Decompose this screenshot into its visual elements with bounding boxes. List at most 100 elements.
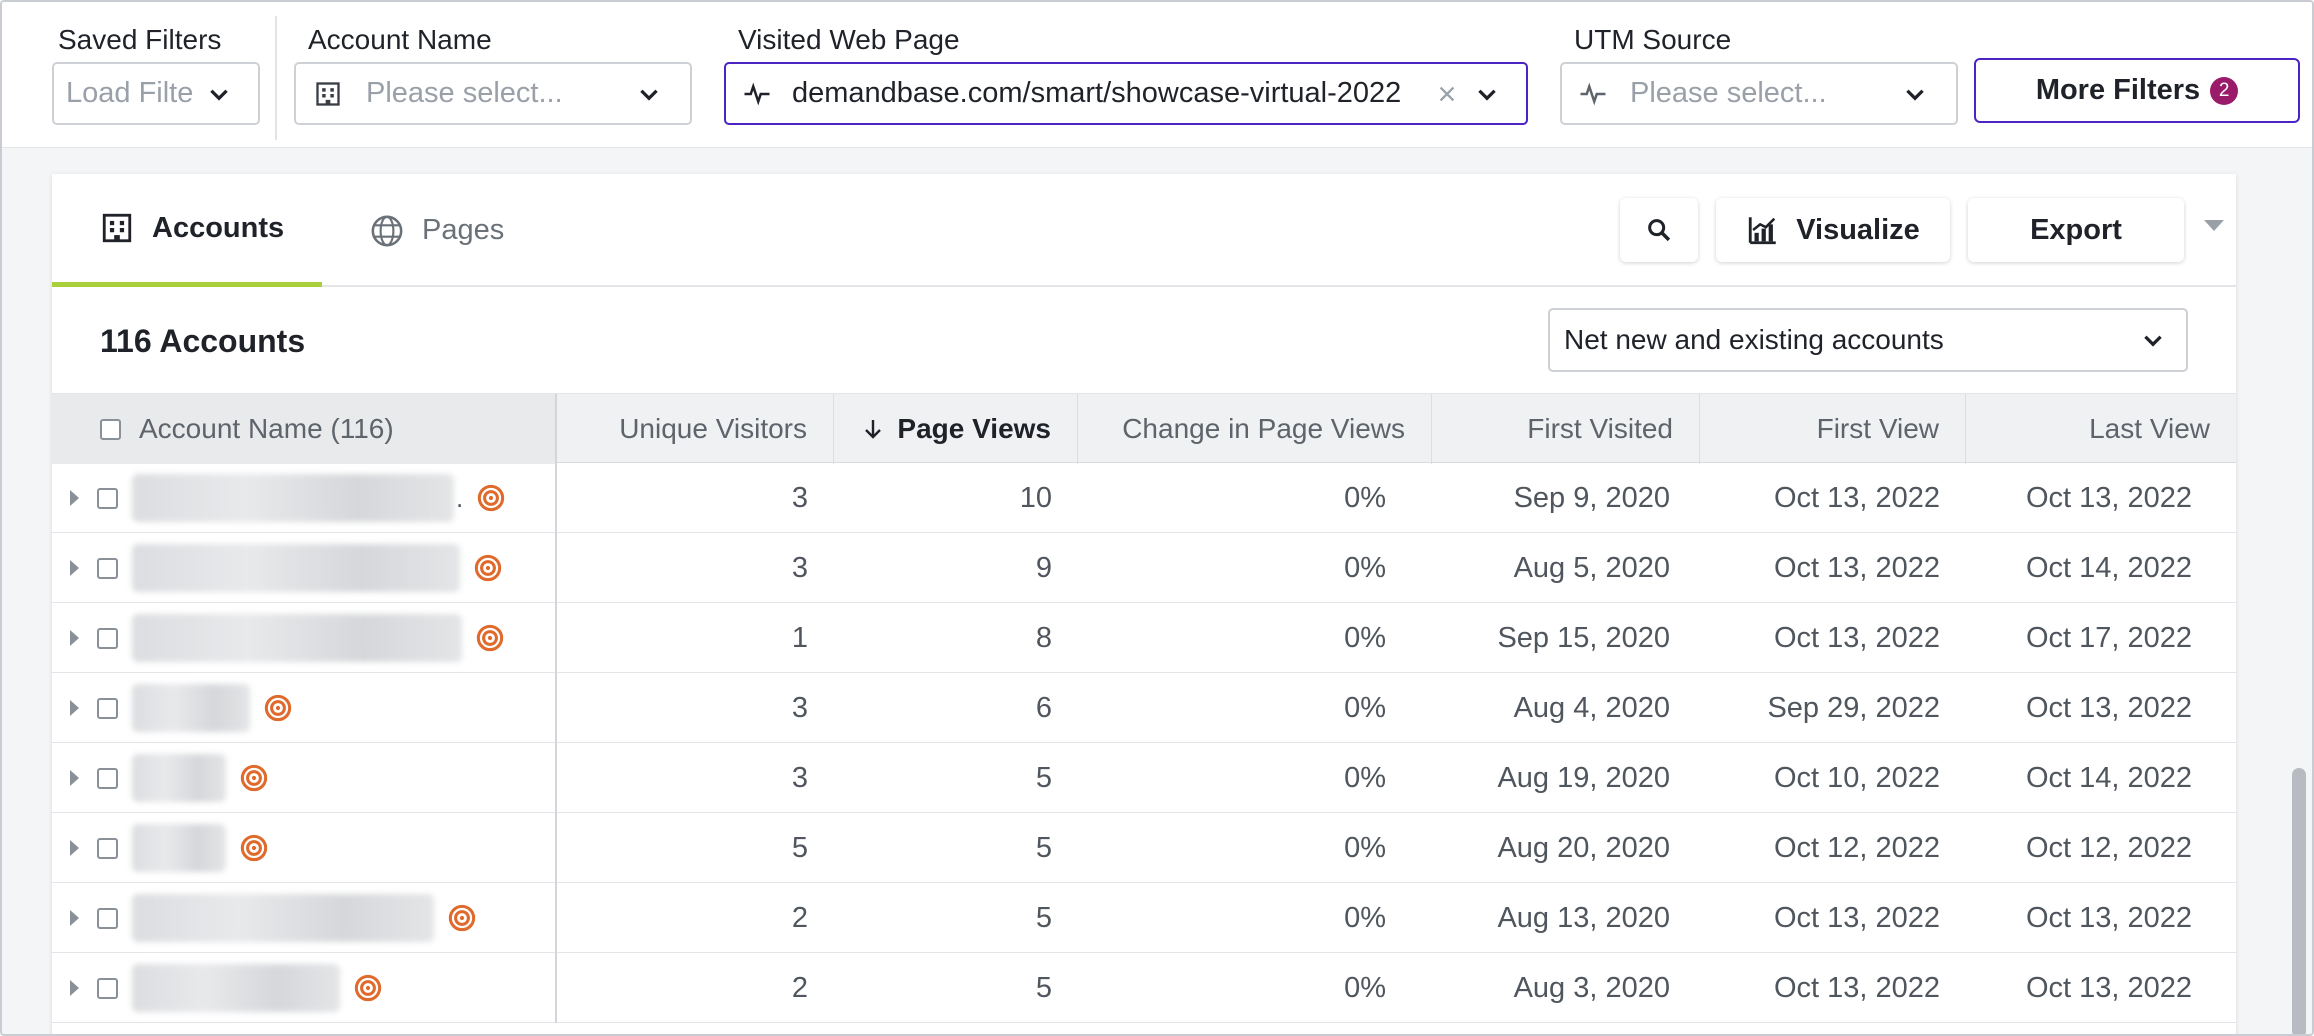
header-first-view[interactable]: First View [1700,394,1966,464]
first-visited-cell: Aug 19, 2020 [1497,761,1670,794]
activity-icon [744,82,770,105]
table-row[interactable]: . 3 10 0% Sep 9, 2020 Oct 13, 2022 Oct 13, 202… [52,463,2236,533]
expand-row-icon[interactable] [70,910,79,926]
header-unique-visitors[interactable]: Unique Visitors [557,394,834,464]
utm-source-label: UTM Source [1574,24,1732,55]
change-cell: 0% [1344,901,1386,934]
header-first-visited[interactable]: First Visited [1432,394,1700,464]
saved-filters-placeholder: Load Filte [66,77,194,109]
table-row[interactable]: 2 5 0% Aug 3, 2020 Oct 13, 2022 Oct 13, 2022 [52,953,2236,1023]
account-name-cell[interactable] [52,533,557,603]
target-icon [478,484,505,512]
last-view-cell: Oct 17, 2022 [2025,621,2192,654]
account-name-label: Account Name [308,24,492,55]
account-name-cell[interactable] [52,673,557,743]
globe-www-icon [371,215,403,246]
expand-row-icon[interactable] [70,490,79,506]
header-change-page-views[interactable]: Change in Page Views [1078,394,1432,464]
search-icon [1648,219,1671,242]
row-checkbox[interactable] [97,557,118,579]
segment-select[interactable]: Net new and existing accounts [1548,308,2188,372]
visited-web-page-dropdown[interactable]: demandbase.com/smart/showcase-virtual-20… [724,62,1528,125]
scrollbar-thumb[interactable] [2292,768,2306,1034]
change-cell: 0% [1344,691,1386,724]
account-name-cell[interactable]: . [52,463,557,533]
row-checkbox[interactable] [97,977,118,999]
tab-accounts[interactable]: Accounts [52,174,322,287]
export-options-caret-icon[interactable] [2204,220,2224,231]
table-row[interactable]: 1 8 0% Sep 15, 2020 Oct 13, 2022 Oct 17, 2022 [52,603,2236,673]
row-checkbox[interactable] [97,487,118,509]
expand-row-icon[interactable] [70,980,79,996]
redacted-account-name [132,964,340,1012]
account-name-cell[interactable] [52,813,557,883]
account-name-cell[interactable] [52,743,557,813]
last-view-cell: Oct 13, 2022 [2025,481,2192,514]
row-checkbox[interactable] [97,767,118,789]
page-views-cell: 8 [1035,621,1052,654]
account-name-cell[interactable] [52,603,557,673]
accounts-card: Accounts Pages Visualize Export 116 Acco… [52,174,2236,1034]
sort-down-icon [865,420,882,439]
search-button[interactable] [1620,198,1698,262]
header-page-views[interactable]: Page Views [834,394,1078,464]
page-views-cell: 5 [1035,971,1052,1004]
account-name-placeholder: Please select... [366,77,563,109]
page-views-cell: 5 [1035,901,1052,934]
utm-source-dropdown[interactable]: Please select... [1560,62,1958,125]
row-checkbox[interactable] [97,627,118,649]
table-row[interactable]: 3 6 0% Aug 4, 2020 Sep 29, 2022 Oct 13, 2022 [52,673,2236,743]
header-last-view[interactable]: Last View [1966,394,2236,464]
saved-filters-label: Saved Filters [58,24,222,55]
table-row[interactable]: 3 9 0% Aug 5, 2020 Oct 13, 2022 Oct 14, 2022 [52,533,2236,603]
unique-visitors-cell: 5 [791,831,808,864]
table-row[interactable]: 3 5 0% Aug 19, 2020 Oct 10, 2022 Oct 14, 2022 [52,743,2236,813]
chevron-down-icon [1478,89,1496,101]
expand-row-icon[interactable] [70,840,79,856]
first-view-cell: Oct 13, 2022 [1773,481,1940,514]
account-name-dropdown[interactable]: Please select... [294,62,692,125]
unique-visitors-cell: 1 [791,621,808,654]
clear-icon[interactable] [1436,83,1458,105]
target-icon [354,974,382,1002]
tab-pages[interactable]: Pages [370,174,504,287]
first-view-cell: Oct 13, 2022 [1773,621,1940,654]
change-cell: 0% [1344,551,1386,584]
expand-row-icon[interactable] [70,700,79,716]
building-icon [102,213,132,243]
header-account-name[interactable]: Account Name (116) [52,394,557,464]
expand-row-icon[interactable] [70,770,79,786]
page-views-cell: 5 [1035,761,1052,794]
account-name-cell[interactable] [52,883,557,953]
target-icon [264,694,292,722]
row-checkbox[interactable] [97,907,118,929]
visualize-button[interactable]: Visualize [1716,198,1950,262]
first-view-cell: Oct 10, 2022 [1773,761,1940,794]
header-account-name-label: Account Name (116) [139,413,394,444]
account-name-cell[interactable] [52,953,557,1023]
expand-row-icon[interactable] [70,630,79,646]
table-row[interactable]: 2 5 0% Aug 13, 2020 Oct 13, 2022 Oct 13, 2022 [52,883,2236,953]
unique-visitors-cell: 3 [791,551,808,584]
select-all-checkbox[interactable] [100,418,121,440]
segment-select-value: Net new and existing accounts [1564,324,1944,355]
tab-accounts-label: Accounts [152,211,285,244]
last-view-cell: Oct 13, 2022 [2025,691,2192,724]
page-views-cell: 10 [1019,481,1052,514]
first-visited-cell: Aug 20, 2020 [1497,831,1670,864]
expand-row-icon[interactable] [70,560,79,576]
target-icon [476,624,504,652]
table-row[interactable]: 5 5 0% Aug 20, 2020 Oct 12, 2022 Oct 12, 2022 [52,813,2236,883]
export-button[interactable]: Export [1968,198,2184,262]
last-view-cell: Oct 14, 2022 [2025,551,2192,584]
target-icon [240,834,268,862]
row-checkbox[interactable] [97,837,118,859]
first-visited-cell: Sep 15, 2020 [1497,621,1670,654]
saved-filters-dropdown[interactable]: Load Filte [52,62,260,125]
more-filters-count-badge: 2 [2210,76,2239,105]
building-icon [316,81,340,106]
chevron-down-icon [210,89,228,101]
more-filters-button[interactable]: More Filters 2 [1974,58,2300,123]
visited-web-page-label: Visited Web Page [738,24,960,55]
row-checkbox[interactable] [97,697,118,719]
